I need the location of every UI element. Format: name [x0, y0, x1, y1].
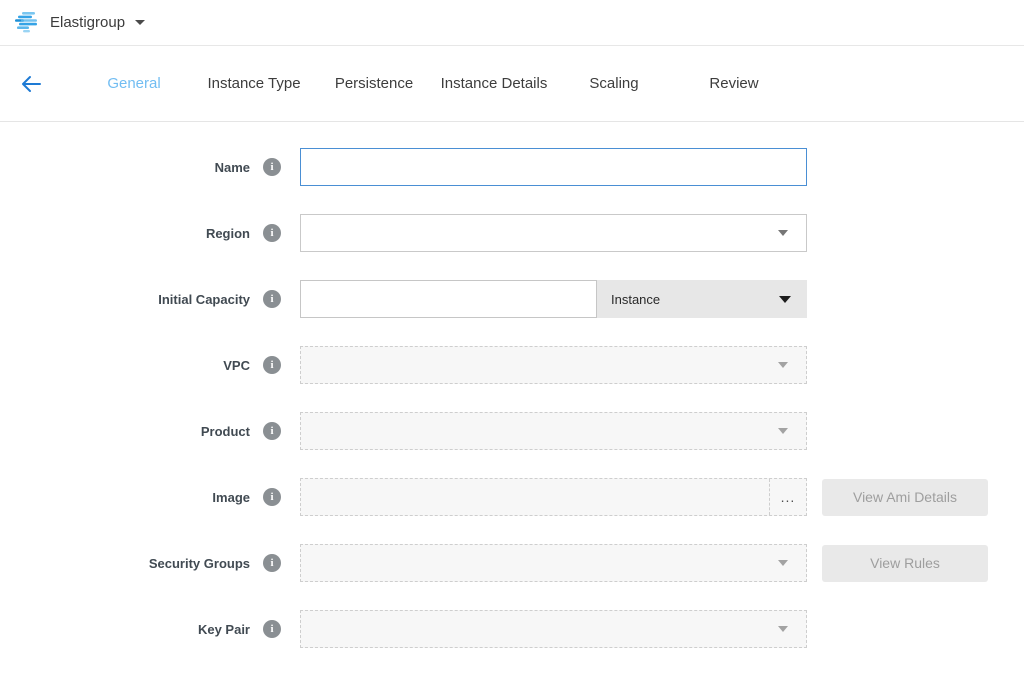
product-select[interactable]	[300, 412, 807, 450]
name-input[interactable]	[300, 148, 807, 186]
info-icon[interactable]: i	[263, 356, 281, 374]
vpc-select[interactable]	[300, 346, 807, 384]
key-pair-select[interactable]	[300, 610, 807, 648]
field-row-region: Region i	[0, 214, 1024, 252]
tab-persistence[interactable]: Persistence	[314, 75, 434, 92]
field-row-initial-capacity: Initial Capacity i Instance	[0, 280, 1024, 318]
chevron-down-icon	[778, 230, 788, 236]
image-value	[301, 479, 769, 515]
chevron-down-icon[interactable]	[135, 20, 145, 25]
field-row-key-pair: Key Pair i	[0, 610, 1024, 648]
chevron-down-icon	[778, 560, 788, 566]
general-settings-form: Name i Region i Initial Capacity i Insta…	[0, 122, 1024, 648]
name-label: Name	[215, 160, 250, 175]
capacity-unit-select[interactable]: Instance	[597, 280, 807, 318]
capacity-unit-value: Instance	[611, 292, 660, 307]
info-icon[interactable]: i	[263, 422, 281, 440]
initial-capacity-input[interactable]	[300, 280, 597, 318]
region-select[interactable]	[300, 214, 807, 252]
security-groups-label: Security Groups	[149, 556, 250, 571]
product-label: Product	[201, 424, 250, 439]
browse-image-button[interactable]: ...	[769, 479, 806, 515]
chevron-down-icon	[778, 428, 788, 434]
field-row-vpc: VPC i	[0, 346, 1024, 384]
vpc-label: VPC	[223, 358, 250, 373]
info-icon[interactable]: i	[263, 224, 281, 242]
info-icon[interactable]: i	[263, 620, 281, 638]
view-ami-details-button[interactable]: View Ami Details	[822, 479, 988, 516]
chevron-down-icon	[778, 626, 788, 632]
app-title[interactable]: Elastigroup	[50, 14, 125, 31]
field-row-image: Image i ... View Ami Details	[0, 478, 1024, 516]
tab-list: General Instance Type Persistence Instan…	[74, 75, 794, 92]
region-label: Region	[206, 226, 250, 241]
wizard-tab-bar: General Instance Type Persistence Instan…	[0, 46, 1024, 122]
info-icon[interactable]: i	[263, 158, 281, 176]
field-row-product: Product i	[0, 412, 1024, 450]
tab-review[interactable]: Review	[674, 75, 794, 92]
chevron-down-icon	[778, 362, 788, 368]
field-row-security-groups: Security Groups i View Rules	[0, 544, 1024, 582]
top-bar: Elastigroup	[0, 0, 1024, 46]
tab-scaling[interactable]: Scaling	[554, 75, 674, 92]
field-row-name: Name i	[0, 148, 1024, 186]
info-icon[interactable]: i	[263, 290, 281, 308]
image-label: Image	[212, 490, 250, 505]
view-rules-button[interactable]: View Rules	[822, 545, 988, 582]
info-icon[interactable]: i	[263, 488, 281, 506]
chevron-down-icon	[779, 296, 791, 303]
tab-general[interactable]: General	[74, 75, 194, 92]
key-pair-label: Key Pair	[198, 622, 250, 637]
back-arrow-button[interactable]	[20, 74, 42, 94]
image-input[interactable]: ...	[300, 478, 807, 516]
tab-instance-details[interactable]: Instance Details	[434, 75, 554, 92]
elastigroup-logo-icon	[14, 11, 40, 35]
security-groups-select[interactable]	[300, 544, 807, 582]
initial-capacity-label: Initial Capacity	[158, 292, 250, 307]
tab-instance-type[interactable]: Instance Type	[194, 75, 314, 92]
info-icon[interactable]: i	[263, 554, 281, 572]
